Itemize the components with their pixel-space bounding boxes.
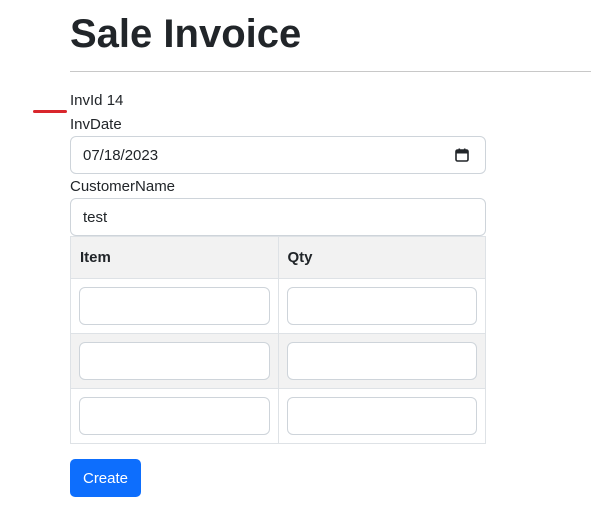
item-cell [70, 388, 279, 444]
column-header-qty: Qty [277, 236, 486, 279]
item-cell [70, 278, 279, 334]
qty-input[interactable] [286, 287, 477, 325]
calendar-icon[interactable] [455, 148, 469, 162]
create-button[interactable]: Create [70, 459, 141, 497]
invdate-input[interactable]: 07/18/2023 [70, 136, 486, 174]
invid-row: InvId 14 [70, 91, 123, 111]
table-row [70, 333, 486, 389]
page-title: Sale Invoice [70, 12, 302, 56]
table-header-row: Item Qty [70, 236, 486, 279]
qty-cell [277, 278, 486, 334]
item-input[interactable] [79, 287, 270, 325]
qty-cell [277, 388, 486, 444]
column-header-item: Item [70, 236, 279, 279]
invid-value: 14 [106, 92, 124, 109]
qty-cell [277, 333, 486, 389]
qty-input[interactable] [286, 397, 477, 435]
invdate-value: 07/18/2023 [83, 146, 159, 164]
invoice-items-table: Item Qty [70, 236, 486, 444]
item-input[interactable] [79, 342, 270, 380]
invid-annotation-underline [33, 110, 67, 113]
sale-invoice-page: Sale Invoice InvId 14 InvDate 07/18/2023… [0, 0, 591, 516]
title-divider [70, 71, 591, 72]
table-row [70, 278, 486, 334]
item-cell [70, 333, 279, 389]
invdate-label: InvDate [70, 116, 122, 133]
item-input[interactable] [79, 397, 270, 435]
qty-input[interactable] [286, 342, 477, 380]
customer-name-label: CustomerName [70, 178, 176, 195]
table-row [70, 388, 486, 444]
invid-label: InvId [70, 92, 103, 109]
customer-name-input[interactable]: test [70, 198, 486, 236]
customer-name-value: test [83, 208, 108, 226]
